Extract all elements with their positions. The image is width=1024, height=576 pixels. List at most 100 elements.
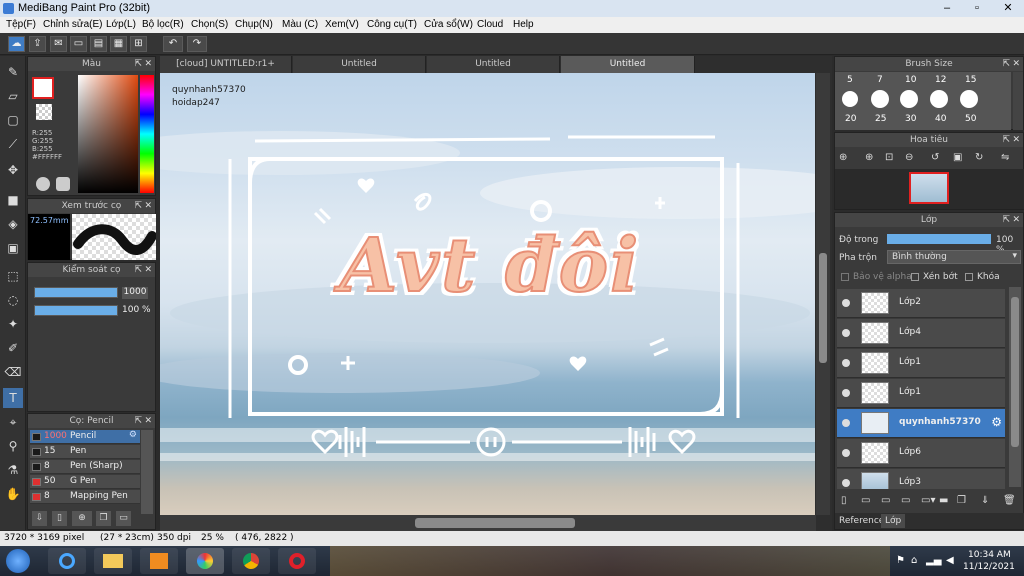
menu-filter[interactable]: Bộ lọc(R) <box>142 19 184 30</box>
duplicate-layer-icon[interactable]: ❐ <box>957 495 966 506</box>
layer-row[interactable]: Lớp2 <box>837 289 1005 318</box>
select-tool-icon[interactable]: ⬚ <box>3 266 23 286</box>
ie-icon[interactable] <box>48 548 86 574</box>
brush-item-mapping-pen[interactable]: 8 Mapping Pen <box>30 490 140 504</box>
chat-icon[interactable]: ▭ <box>70 36 87 52</box>
layer-scrollbar[interactable] <box>1009 287 1021 487</box>
medibang-icon[interactable] <box>186 548 224 574</box>
layer-row[interactable]: Lớp4 <box>837 319 1005 348</box>
hue-slider[interactable] <box>140 75 154 193</box>
eye-icon[interactable] <box>842 389 850 397</box>
cloud-icon[interactable]: ☁ <box>8 36 25 52</box>
copy-brush-icon[interactable]: ❐ <box>96 511 111 526</box>
popout-icon[interactable]: ⇱ <box>134 199 142 213</box>
layer-row[interactable]: Lớp3 <box>837 469 1005 489</box>
gradient-tool-icon[interactable]: ▣ <box>3 238 23 258</box>
eyedropper-icon[interactable]: ⚲ <box>3 436 23 456</box>
media-player-icon[interactable] <box>140 548 178 574</box>
tab-reference[interactable]: Reference <box>839 516 884 526</box>
hand-tool-icon[interactable]: ✋ <box>3 484 23 504</box>
eraser-tool-icon[interactable]: ▱ <box>3 86 23 106</box>
new-8bit-layer-icon[interactable]: ▭ <box>881 495 890 506</box>
artwork-canvas[interactable]: quynhanh57370 hoidap247 Avt đôi <box>160 73 815 515</box>
brush-tool-icon[interactable]: ✎ <box>3 62 23 82</box>
fullscreen-icon[interactable]: ▣ <box>953 152 962 163</box>
magic-wand-icon[interactable]: ✦ <box>3 314 23 334</box>
close-icon[interactable]: ✕ <box>144 199 152 213</box>
tab-untitled-3[interactable]: Untitled <box>561 56 695 73</box>
menu-layer[interactable]: Lớp(L) <box>106 19 136 30</box>
zoom-in-alt-icon[interactable]: ⊕ <box>865 152 873 163</box>
dropper-tool-icon[interactable]: ⚗ <box>3 460 23 480</box>
fill-rect-tool-icon[interactable]: ■ <box>3 190 23 210</box>
color-field[interactable] <box>78 75 138 193</box>
eye-icon[interactable] <box>842 299 850 307</box>
lasso-tool-icon[interactable]: ◌ <box>3 290 23 310</box>
popout-icon[interactable]: ⇱ <box>1002 57 1010 71</box>
layer-opacity-slider[interactable] <box>887 234 991 244</box>
tray-volume-icon[interactable]: ◀ <box>946 555 954 566</box>
move-tool-icon[interactable]: ✥ <box>3 160 23 180</box>
eye-icon[interactable] <box>842 449 850 457</box>
menu-file[interactable]: Tệp(F) <box>6 19 36 30</box>
protect-alpha-checkbox[interactable] <box>841 273 849 281</box>
panel-icon[interactable]: ▦ <box>110 36 127 52</box>
eye-icon[interactable] <box>842 479 850 487</box>
redo-icon[interactable]: ↷ <box>187 36 207 52</box>
page-icon[interactable]: ▤ <box>90 36 107 52</box>
explorer-icon[interactable] <box>94 548 132 574</box>
popout-icon[interactable]: ⇱ <box>1002 133 1010 147</box>
delete-layer-icon[interactable]: 🗑 <box>1003 495 1016 506</box>
operation-tool-icon[interactable]: ⌖ <box>3 412 23 432</box>
folder-icon[interactable]: ▭ <box>116 511 131 526</box>
undo-icon[interactable]: ↶ <box>163 36 183 52</box>
size-dot[interactable] <box>842 91 858 107</box>
layer-row[interactable]: Lớp6 <box>837 439 1005 468</box>
gear-icon[interactable]: ⚙ <box>129 430 137 440</box>
close-icon[interactable]: ✕ <box>144 414 152 428</box>
opera-icon[interactable] <box>278 548 316 574</box>
tab-untitled-2[interactable]: Untitled <box>427 56 560 73</box>
menu-select[interactable]: Chọn(S) <box>191 19 228 30</box>
layer-row[interactable]: Lớp1 <box>837 379 1005 408</box>
merge-layer-icon[interactable]: ⇓ <box>981 495 989 506</box>
menu-window[interactable]: Cửa sổ(W) <box>424 19 473 30</box>
eye-icon[interactable] <box>842 359 850 367</box>
fit-icon[interactable]: ⊡ <box>885 152 893 163</box>
brush-item-pen[interactable]: 15 Pen <box>30 445 140 459</box>
layer-row-selected[interactable]: quynhanh57370 ⚙ <box>837 409 1005 438</box>
grid-icon[interactable]: ⊞ <box>130 36 147 52</box>
layer-menu-icon[interactable]: ▭▾ <box>921 495 935 506</box>
brush-size-scrollbar[interactable] <box>1013 72 1023 130</box>
start-button[interactable] <box>6 549 30 573</box>
select-eraser-icon[interactable]: ⌫ <box>3 362 23 382</box>
text-tool-icon[interactable]: T <box>3 388 23 408</box>
comment-icon[interactable]: ✉ <box>50 36 67 52</box>
popout-icon[interactable]: ⇱ <box>134 263 142 277</box>
new-raster-layer-icon[interactable]: ▭ <box>861 495 870 506</box>
brush-list-scrollbar[interactable] <box>141 430 153 514</box>
line-tool-icon[interactable]: ⟋ <box>3 134 23 154</box>
zoom-in-icon[interactable]: ⊕ <box>839 152 847 163</box>
palette-icon[interactable] <box>36 177 50 191</box>
size-dot[interactable] <box>871 90 889 108</box>
tab-layer[interactable]: Lớp <box>881 514 906 528</box>
transparent-swatch[interactable] <box>36 104 52 120</box>
tray-signal-icon[interactable]: ▂▄ <box>926 555 941 566</box>
menu-view[interactable]: Xem(V) <box>325 19 359 30</box>
close-icon[interactable]: ✕ <box>144 263 152 277</box>
popout-icon[interactable]: ⇱ <box>134 57 142 71</box>
size-dot[interactable] <box>900 90 918 108</box>
rotate-left-icon[interactable]: ↺ <box>931 152 939 163</box>
new-brush-icon[interactable]: ▯ <box>52 511 67 526</box>
eye-icon[interactable] <box>842 419 850 427</box>
color-swap-icon[interactable] <box>56 177 70 191</box>
lock-checkbox[interactable] <box>965 273 973 281</box>
close-button[interactable]: ✕ <box>992 0 1024 17</box>
tray-flag-icon[interactable]: ⚑ <box>896 555 905 566</box>
brush-size-slider[interactable] <box>34 287 118 298</box>
zoom-out-icon[interactable]: ⊖ <box>905 152 913 163</box>
brush-item-pen-sharp[interactable]: 8 Pen (Sharp) <box>30 460 140 474</box>
download-brush-icon[interactable]: ⇩ <box>32 511 47 526</box>
maximize-button[interactable]: ▫ <box>962 0 992 17</box>
